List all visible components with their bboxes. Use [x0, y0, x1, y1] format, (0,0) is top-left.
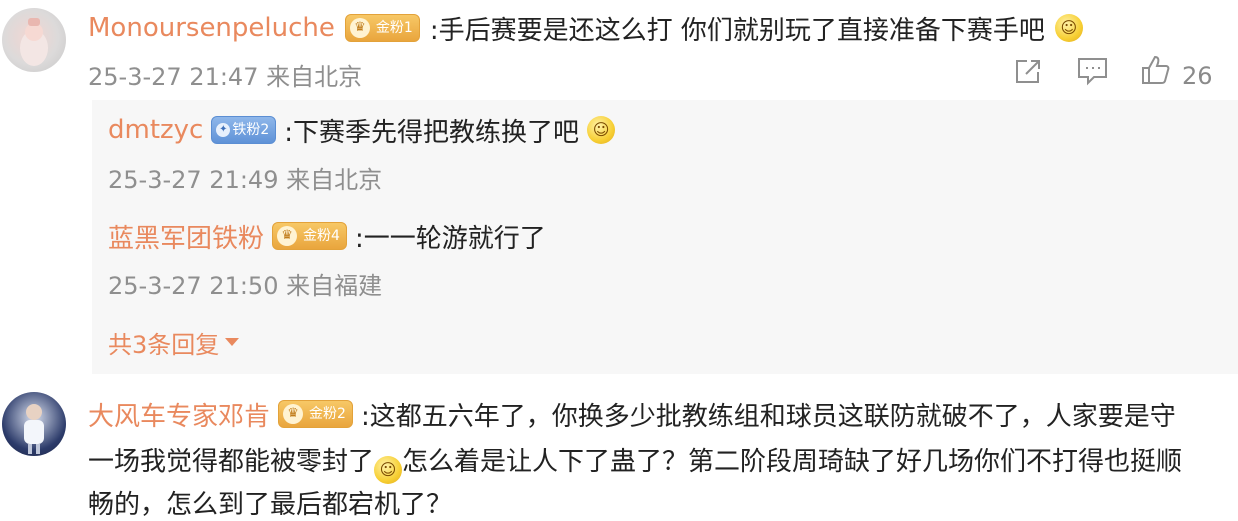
fan-badge[interactable]: ♛ 金粉4 — [272, 222, 347, 250]
fan-badge[interactable]: ♛ 金粉2 — [278, 400, 353, 428]
badge-icon: ♛ — [283, 404, 304, 424]
comment-timestamp: 25-3-27 21:47 来自北京 — [88, 63, 363, 91]
reply-text: :下赛季先得把教练换了吧 — [284, 117, 580, 148]
avatar[interactable] — [2, 8, 66, 72]
badge-icon: ♛ — [277, 226, 298, 246]
comment-icon[interactable] — [1076, 55, 1110, 91]
reply-username[interactable]: dmtzyc — [108, 115, 203, 145]
caret-down-icon — [223, 333, 241, 352]
badge-label: 金粉2 — [309, 406, 346, 422]
laugh-cry-emoji-icon: ☺ — [587, 116, 616, 144]
badge-label: 金粉1 — [375, 20, 413, 36]
thumbs-up-icon — [1140, 54, 1170, 90]
fan-badge[interactable]: ✦ 铁粉2 — [211, 116, 277, 144]
share-icon[interactable] — [1013, 56, 1045, 90]
badge-icon: ♛ — [349, 18, 370, 38]
like-count: 26 — [1182, 62, 1213, 90]
comment-text-line: 畅的，怎么到了最后都宕机了？ — [88, 490, 453, 520]
comment-header: Monoursenpeluche ♛ 金粉1 :手后赛要是还这么打 你们就别玩了… — [88, 10, 1083, 46]
comment-text-line: 一场我觉得都能被零封了 ☺ 怎么着是让人下了蛊了？第二阶段周琦缺了好几场你们不打得也… — [88, 441, 1182, 484]
badge-label: 金粉4 — [303, 228, 340, 244]
badge-label: 铁粉2 — [232, 122, 270, 138]
more-replies-link[interactable]: 共3条回复 — [108, 325, 241, 360]
username[interactable]: 大风车专家邓肯 — [88, 396, 270, 433]
comment-header: 大风车专家邓肯 ♛ 金粉2 :这都五六年了，你换多少批教练组和球员这联防就破不了… — [88, 396, 1176, 432]
avatar[interactable] — [2, 392, 66, 456]
username[interactable]: Monoursenpeluche — [88, 13, 335, 43]
reply-text: :一一轮游就行了 — [354, 223, 546, 254]
comment-text-segment: 怎么着是让人下了蛊了？第二阶段周琦缺了好几场你们不打得也挺顺 — [402, 447, 1183, 477]
more-replies-label: 共3条回复 — [108, 331, 220, 359]
awkward-emoji-icon: ☺ — [374, 456, 403, 484]
badge-icon: ✦ — [216, 123, 231, 137]
like-button[interactable]: 26 — [1140, 54, 1213, 90]
reply-header: dmtzyc ✦ 铁粉2 :下赛季先得把教练换了吧 ☺ — [108, 112, 616, 148]
comment-text: :手后赛要是还这么打 你们就别玩了直接准备下赛手吧 — [429, 15, 1045, 46]
smile-emoji-icon: ☺ — [1054, 14, 1083, 42]
comment-text-line: :这都五六年了，你换多少批教练组和球员这联防就破不了，人家要是守 — [360, 401, 1176, 432]
reply-header: 蓝黑军团铁粉 ♛ 金粉4 :一一轮游就行了 — [108, 218, 546, 254]
reply-timestamp: 25-3-27 21:50 来自福建 — [108, 272, 383, 300]
comment-text-segment: 一场我觉得都能被零封了 — [88, 447, 375, 477]
reply-username[interactable]: 蓝黑军团铁粉 — [108, 218, 264, 255]
reply-timestamp: 25-3-27 21:49 来自北京 — [108, 166, 383, 194]
fan-badge[interactable]: ♛ 金粉1 — [344, 14, 420, 42]
